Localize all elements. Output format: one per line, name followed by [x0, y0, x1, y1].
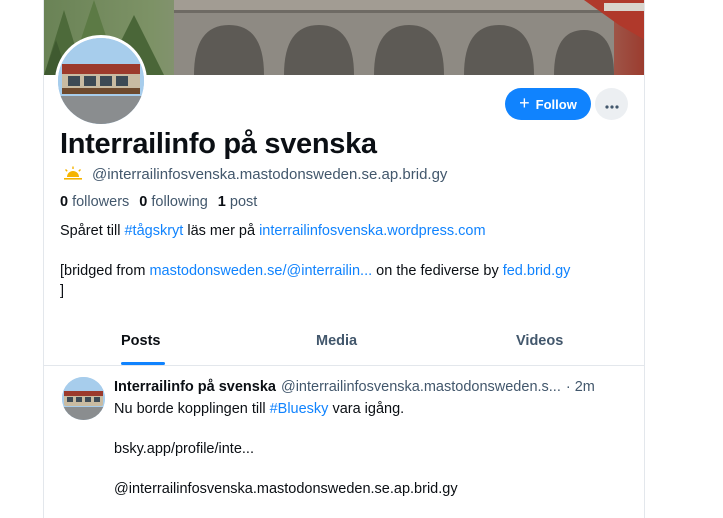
- followers-stat[interactable]: 0 followers: [60, 194, 129, 210]
- post-text-segment: Nu borde kopplingen till: [114, 401, 270, 417]
- profile-display-name: Interrailinfo på svenska: [60, 128, 377, 160]
- ellipsis-icon: [604, 97, 619, 112]
- following-stat[interactable]: 0 following: [139, 194, 208, 210]
- post-mention: @interrailinfosvenska.mastodonsweden.se.…: [114, 481, 458, 497]
- website-link[interactable]: interrailinfosvenska.wordpress.com: [259, 223, 485, 239]
- active-tab-indicator: [121, 362, 165, 365]
- follow-label: Follow: [535, 96, 577, 112]
- post-header: Interrailinfo på svenska @interrailinfos…: [114, 379, 629, 395]
- post-timestamp[interactable]: · 2m: [566, 379, 595, 395]
- profile-handle-row: @interrailinfosvenska.mastodonsweden.se.…: [62, 166, 447, 183]
- profile-handle: @interrailinfosvenska.mastodonsweden.se.…: [92, 166, 448, 183]
- profile-bio-line-2: [bridged from mastodonsweden.se/@interra…: [60, 263, 570, 279]
- profile-avatar[interactable]: [55, 35, 147, 127]
- sunrise-icon: [62, 166, 84, 183]
- plus-icon: +: [519, 93, 530, 113]
- tab-media[interactable]: Media: [316, 324, 357, 365]
- more-options-button[interactable]: [595, 88, 628, 120]
- profile-bio-line-3: ]: [60, 283, 65, 299]
- profile-bio-line-1: Spåret till #tågskryt läs mer på interra…: [60, 223, 486, 239]
- post-author-handle[interactable]: @interrailinfosvenska.mastodonsweden.s..…: [281, 379, 561, 395]
- post-text-segment: vara igång.: [328, 401, 405, 417]
- tab-posts[interactable]: Posts: [121, 324, 161, 365]
- post-hashtag-link[interactable]: #Bluesky: [270, 401, 329, 417]
- profile-stats: 0 followers 0 following 1 post: [60, 194, 257, 210]
- post-text: Nu borde kopplingen till #Bluesky vara i…: [114, 401, 404, 417]
- follow-button[interactable]: + Follow: [505, 88, 591, 120]
- bridged-source-link[interactable]: mastodonsweden.se/@interrailin...: [149, 263, 372, 279]
- post-link[interactable]: bsky.app/profile/inte...: [114, 441, 254, 457]
- hashtag-link[interactable]: #tågskryt: [124, 223, 183, 239]
- tab-videos[interactable]: Videos: [516, 324, 563, 365]
- bio-text: on the fediverse by: [372, 263, 503, 279]
- posts-stat: 1 post: [217, 194, 258, 210]
- bio-text: läs mer på: [183, 223, 260, 239]
- post-author-avatar[interactable]: [62, 377, 105, 420]
- post-author-name[interactable]: Interrailinfo på svenska: [114, 379, 276, 395]
- profile-column: + Follow Interrailinfo på svenska @inter…: [43, 0, 645, 518]
- profile-tabs: Posts Media Videos: [44, 324, 644, 366]
- bio-text: Spåret till: [60, 223, 125, 239]
- bridge-service-link[interactable]: fed.brid.gy: [503, 263, 571, 279]
- bio-text: [bridged from: [60, 263, 150, 279]
